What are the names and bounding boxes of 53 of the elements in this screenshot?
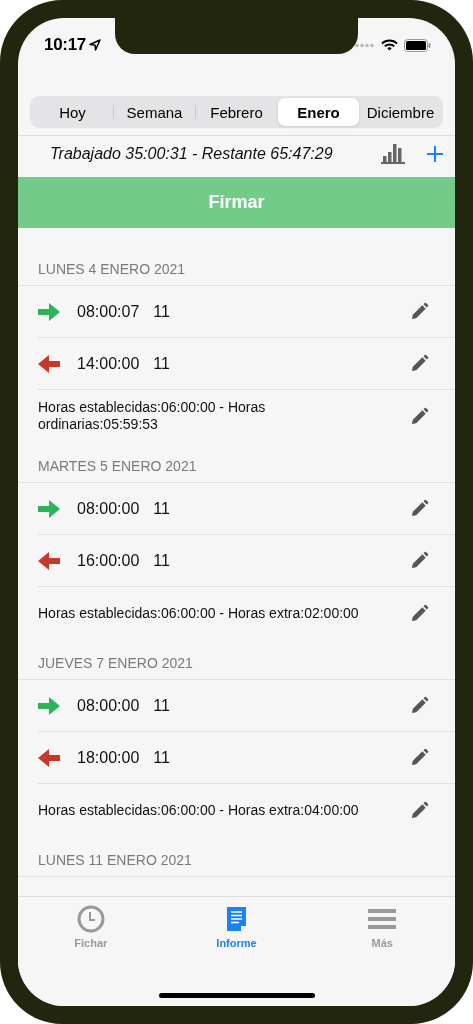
- pencil-icon[interactable]: [410, 302, 429, 321]
- location-icon: [89, 39, 101, 51]
- pencil-icon[interactable]: [410, 406, 429, 426]
- pencil-icon[interactable]: [410, 748, 429, 767]
- tab-bar-item[interactable]: Informe: [163, 903, 310, 951]
- entry-code: 11: [153, 551, 170, 570]
- entry-time: 08:00:00: [77, 696, 140, 715]
- signal-icon: [355, 42, 375, 48]
- segment-tab[interactable]: Semana: [114, 98, 195, 126]
- segment-tab[interactable]: Febrero: [196, 98, 277, 126]
- entry-time: 16:00:00: [77, 551, 140, 570]
- plus-icon: [427, 145, 443, 162]
- entry-time: 08:00:07: [77, 302, 140, 321]
- day-header: LUNES 4 ENERO 2021: [38, 261, 186, 277]
- arrow-left-icon: [38, 354, 60, 373]
- pencil-icon[interactable]: [410, 800, 429, 820]
- entry-code: 11: [153, 354, 170, 373]
- arrow-right-icon: [38, 302, 60, 321]
- segment-tab[interactable]: Diciembre: [360, 98, 441, 126]
- hours-summary: Horas establecidas:06:00:00 - Horas extra:02:00:00: [38, 604, 360, 622]
- status-time: 10:17: [44, 35, 86, 55]
- arrow-left-icon: [38, 748, 60, 767]
- document-icon: [226, 907, 247, 931]
- pencil-icon[interactable]: [410, 354, 429, 373]
- day-header: LUNES 11 ENERO 2021: [38, 852, 192, 868]
- day-header: JUEVES 7 ENERO 2021: [38, 655, 193, 671]
- entry-code: 11: [153, 302, 170, 321]
- bar-chart-icon: [381, 143, 405, 164]
- battery-icon: [404, 38, 431, 52]
- chart-button[interactable]: [381, 143, 405, 164]
- segment-tab[interactable]: Enero: [278, 98, 359, 126]
- entry-time: 14:00:00: [77, 354, 140, 373]
- pencil-icon[interactable]: [410, 551, 429, 570]
- pencil-icon[interactable]: [410, 696, 429, 715]
- worked-summary: Trabajado 35:00:31 - Restante 65:47:29: [50, 144, 334, 163]
- entry-code: 11: [153, 748, 170, 767]
- menu-icon: [368, 908, 397, 930]
- clock-icon: [76, 905, 105, 933]
- arrow-right-icon: [38, 696, 60, 715]
- hours-summary: Horas establecidas:06:00:00 - Horas extra:04:00:00: [38, 801, 360, 819]
- pencil-icon[interactable]: [410, 499, 429, 518]
- pencil-icon[interactable]: [410, 603, 429, 623]
- day-header: MARTES 5 ENERO 2021: [38, 458, 197, 474]
- segment-tab[interactable]: Hoy: [32, 98, 113, 126]
- entry-time: 18:00:00: [77, 748, 140, 767]
- arrow-left-icon: [38, 551, 60, 570]
- hours-summary: Horas establecidas:06:00:00 - Horas ordinarias:05:59:53: [38, 399, 267, 433]
- entry-code: 11: [153, 696, 170, 715]
- arrow-right-icon: [38, 499, 60, 518]
- entry-code: 11: [153, 499, 170, 518]
- add-button[interactable]: [427, 145, 443, 162]
- wifi-icon: [381, 39, 398, 51]
- entry-time: 08:00:00: [77, 499, 140, 518]
